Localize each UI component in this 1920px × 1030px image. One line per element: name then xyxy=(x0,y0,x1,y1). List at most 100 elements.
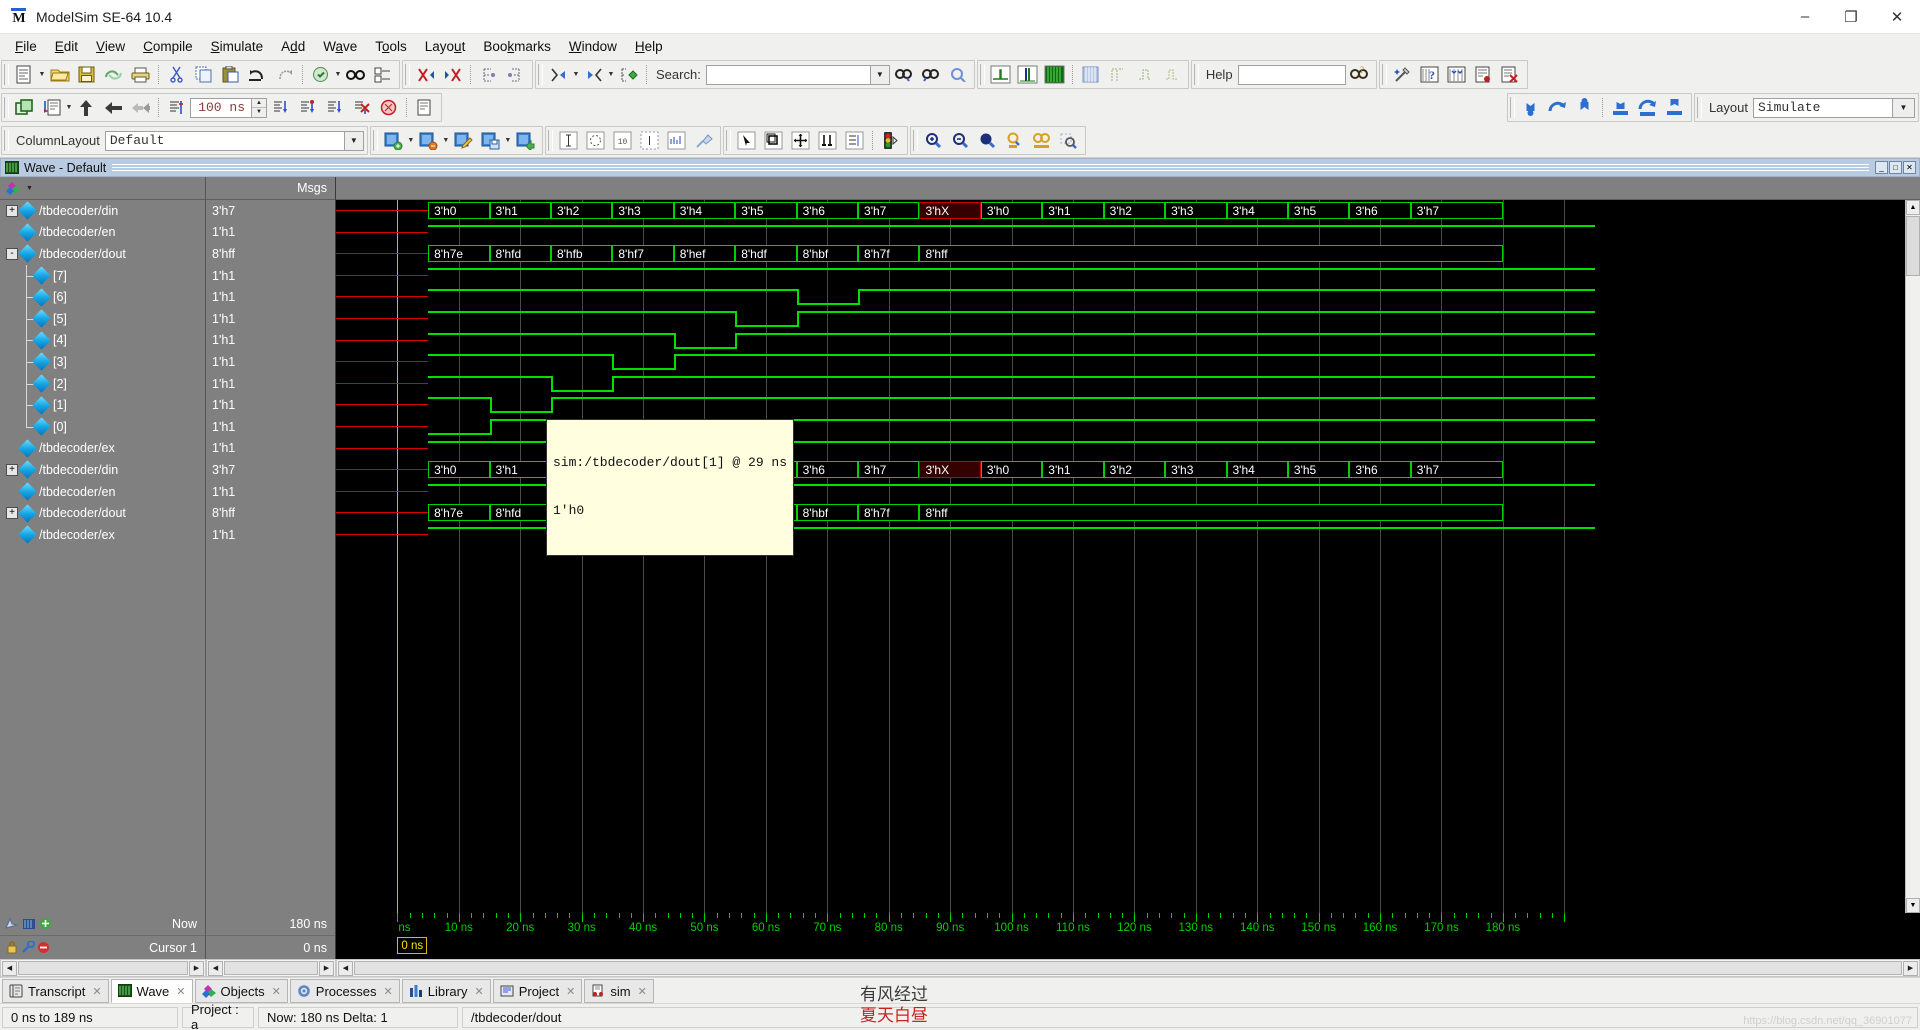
signal-row[interactable]: /tbdecoder/ex xyxy=(0,524,205,546)
wave-scroll-track[interactable] xyxy=(354,961,1902,975)
redo-icon[interactable] xyxy=(272,62,297,87)
tab-close-icon[interactable]: ✕ xyxy=(384,985,393,998)
tab-library[interactable]: Library ✕ xyxy=(401,979,491,1003)
run-length-stepper[interactable]: ▲ ▼ xyxy=(252,97,267,118)
expand-dropdown-icon[interactable]: ▼ xyxy=(607,62,615,87)
zoom-mode-icon[interactable] xyxy=(761,128,786,153)
run-icon[interactable] xyxy=(39,95,64,120)
run-continue-icon[interactable] xyxy=(74,95,99,120)
signal-row[interactable]: + /tbdecoder/dout xyxy=(0,502,205,524)
open-folder-icon[interactable] xyxy=(47,62,72,87)
menu-file[interactable]: File xyxy=(6,37,46,56)
minimize-button[interactable]: – xyxy=(1782,0,1828,34)
paste-icon[interactable] xyxy=(218,62,243,87)
edit-mode-icon[interactable] xyxy=(842,128,867,153)
signal-row[interactable]: [6] xyxy=(0,286,205,308)
menu-tools[interactable]: Tools xyxy=(366,37,416,56)
wave-load-icon[interactable] xyxy=(513,128,538,153)
scroll-down-icon[interactable]: ▼ xyxy=(1906,898,1920,913)
values-scroll-thumb[interactable] xyxy=(224,961,318,975)
help-wave-icon[interactable]: ? xyxy=(1417,62,1442,87)
menu-wave[interactable]: Wave xyxy=(314,37,366,56)
simulate-icon[interactable] xyxy=(616,62,641,87)
menu-bookmarks[interactable]: Bookmarks xyxy=(474,37,560,56)
signal-name-rows[interactable]: + /tbdecoder/din/tbdecoder/en - /tbdecoder/… xyxy=(0,200,205,913)
names-scroll-left-icon[interactable]: ◀ xyxy=(2,960,17,976)
signal-row[interactable]: [7] xyxy=(0,264,205,287)
wave-all-icon[interactable] xyxy=(1042,62,1067,87)
save-icon[interactable] xyxy=(74,62,99,87)
help-search-icon[interactable]: ? xyxy=(1347,62,1372,87)
cursor-loop-icon[interactable] xyxy=(583,128,608,153)
undock-icon[interactable] xyxy=(1545,95,1570,120)
expander-toggle[interactable]: + xyxy=(6,463,18,476)
tab-transcript[interactable]: Transcript ✕ xyxy=(2,979,109,1003)
dock-up-icon[interactable] xyxy=(1572,95,1597,120)
timeline-pane[interactable]: ns 10 ns 20 ns 30 ns 40 ns 50 ns 60 ns 70 ns 80 … xyxy=(336,913,1920,959)
search-dropdown-icon[interactable]: ▼ xyxy=(870,64,890,85)
signal3-icon[interactable] xyxy=(1159,62,1184,87)
menu-view[interactable]: View xyxy=(87,37,134,56)
signal-row[interactable]: [5] xyxy=(0,307,205,330)
step-left-icon[interactable] xyxy=(476,62,501,87)
expander-toggle[interactable]: - xyxy=(6,247,18,260)
wizard-icon[interactable] xyxy=(1390,62,1415,87)
vscroll-thumb[interactable] xyxy=(1906,216,1920,276)
signal-row[interactable]: /tbdecoder/ex xyxy=(0,438,205,460)
stop-icon[interactable] xyxy=(349,95,374,120)
menu-help[interactable]: Help xyxy=(626,37,672,56)
radix-icon[interactable]: 10 xyxy=(610,128,635,153)
step-into-icon[interactable] xyxy=(268,95,293,120)
properties-icon[interactable] xyxy=(370,62,395,87)
help-input[interactable] xyxy=(1237,64,1346,85)
menu-edit[interactable]: Edit xyxy=(46,37,87,56)
values-scroll-left-icon[interactable]: ◀ xyxy=(208,960,223,976)
print-icon[interactable] xyxy=(128,62,153,87)
wrench-icon[interactable] xyxy=(21,941,35,954)
menu-compile[interactable]: Compile xyxy=(134,37,202,56)
values-hscrollbar[interactable]: ◀ ▶ xyxy=(206,959,336,977)
dock-bottom-icon[interactable] xyxy=(1608,95,1633,120)
cursor-add-icon[interactable] xyxy=(5,917,20,931)
tab-close-icon[interactable]: ✕ xyxy=(566,985,575,998)
wave-close-icon[interactable]: ✕ xyxy=(1903,161,1916,174)
columnlayout-dropdown-icon[interactable]: ▼ xyxy=(344,130,364,151)
wave-save-icon[interactable] xyxy=(478,128,503,153)
names-dropdown-icon[interactable]: ▼ xyxy=(26,185,33,192)
search-down-icon[interactable] xyxy=(891,62,916,87)
menu-simulate[interactable]: Simulate xyxy=(202,37,273,56)
wave-scroll-left-icon[interactable]: ◀ xyxy=(338,960,353,976)
zoom-last-icon[interactable] xyxy=(1056,128,1081,153)
expand-icon[interactable] xyxy=(581,62,606,87)
expander-toggle[interactable]: + xyxy=(6,507,18,520)
dock-top-icon[interactable] xyxy=(1662,95,1687,120)
signal2-icon[interactable] xyxy=(1132,62,1157,87)
waveform-vscrollbar[interactable]: ▲ ▼ xyxy=(1905,200,1920,913)
cut-icon[interactable] xyxy=(164,62,189,87)
search-all-icon[interactable] xyxy=(945,62,970,87)
signal-row[interactable]: [3] xyxy=(0,351,205,373)
float-icon[interactable] xyxy=(1635,95,1660,120)
wave-hscrollbar[interactable]: ◀ ▶ xyxy=(336,959,1920,977)
wave-mini-icon[interactable] xyxy=(22,917,37,931)
zoom-cursor-icon[interactable] xyxy=(1002,128,1027,153)
collapse-icon[interactable] xyxy=(546,62,571,87)
wave-remove-icon[interactable] xyxy=(416,128,441,153)
wave-maximize-icon[interactable]: □ xyxy=(1889,161,1902,174)
maximize-button[interactable]: ❐ xyxy=(1828,0,1874,34)
signal-row[interactable]: [4] xyxy=(0,329,205,352)
cursor-mode-icon[interactable] xyxy=(815,128,840,153)
tab-sim[interactable]: sim ✕ xyxy=(584,979,654,1003)
zoom-range-icon[interactable] xyxy=(1029,128,1054,153)
wave-save-dropdown-icon[interactable]: ▼ xyxy=(504,128,512,153)
cursor-time-badge[interactable]: 0 ns xyxy=(397,937,428,954)
signal-row[interactable]: [0] xyxy=(0,415,205,438)
tab-close-icon[interactable]: ✕ xyxy=(176,985,185,998)
find-icon[interactable] xyxy=(343,62,368,87)
signal1-icon[interactable] xyxy=(1105,62,1130,87)
search-up-icon[interactable] xyxy=(918,62,943,87)
waveform-canvas[interactable]: 3'h0 3'h1 3'h2 3'h3 3'h4 3'h5 3'h6 3'h7 3'hX 3'h0… xyxy=(336,200,1905,913)
break-sim-icon[interactable] xyxy=(376,95,401,120)
wave-add-icon[interactable] xyxy=(381,128,406,153)
values-scroll-track[interactable] xyxy=(224,961,318,975)
